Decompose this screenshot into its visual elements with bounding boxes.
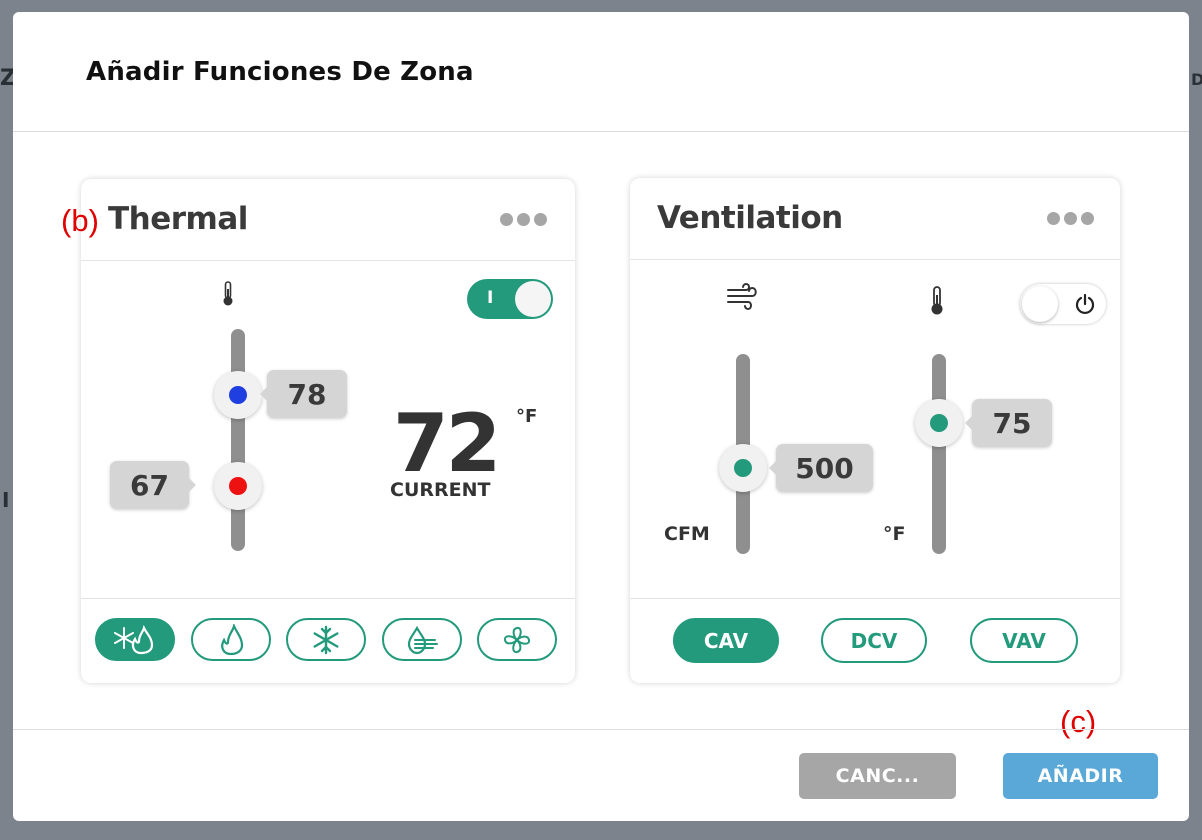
ventilation-more-options-icon[interactable]	[1047, 212, 1094, 225]
mode-auto-button[interactable]	[95, 618, 175, 661]
airflow-value: 500	[769, 444, 873, 492]
thermal-unit-label: °F	[516, 406, 538, 427]
mode-dry-button[interactable]	[382, 618, 462, 661]
add-button[interactable]: AÑADIR	[1003, 753, 1158, 799]
annotation-b: (b)	[61, 203, 99, 238]
mode-heat-button[interactable]	[191, 618, 271, 661]
toggle-thumb	[1022, 286, 1058, 322]
background-text-d: D	[1191, 70, 1202, 89]
ventilation-type-bar: CAV DCV VAV	[630, 598, 1120, 683]
background-text-i: I	[2, 488, 10, 512]
cool-setpoint-value: 78	[260, 370, 347, 418]
fan-icon	[503, 626, 531, 653]
temperature-slider-handle[interactable]	[915, 399, 963, 447]
thermometer-icon	[931, 286, 943, 315]
thermal-more-options-icon[interactable]	[500, 213, 547, 226]
cancel-button[interactable]: CANC...	[799, 753, 956, 799]
thermal-setpoint-track[interactable]	[231, 329, 245, 551]
add-zone-functions-dialog: Añadir Funciones De Zona Thermal I 78 67…	[13, 12, 1189, 821]
water-drop-wind-icon	[407, 625, 438, 654]
thermal-card[interactable]: Thermal I 78 67 72 °F CURRENT	[81, 179, 575, 683]
type-cav-button[interactable]: CAV	[673, 618, 779, 663]
ventilation-card-header: Ventilation	[630, 178, 1120, 260]
mode-fan-button[interactable]	[477, 618, 557, 661]
mode-cool-button[interactable]	[286, 618, 366, 661]
snowflake-icon	[313, 625, 339, 654]
current-label: CURRENT	[390, 479, 491, 501]
ventilation-power-toggle[interactable]	[1020, 284, 1106, 324]
type-vav-button[interactable]: VAV	[970, 618, 1078, 663]
airflow-icon	[727, 282, 757, 311]
dialog-title: Añadir Funciones De Zona	[86, 57, 474, 87]
thermometer-icon	[223, 281, 233, 306]
type-dcv-button[interactable]: DCV	[821, 618, 927, 663]
snowflake-flame-icon	[114, 624, 154, 654]
heat-setpoint-handle[interactable]	[214, 462, 262, 510]
current-temperature: 72	[393, 397, 501, 490]
thermal-power-toggle[interactable]: I	[467, 279, 553, 319]
thermal-title: Thermal	[108, 201, 248, 237]
power-icon	[1075, 293, 1095, 315]
temperature-unit-label: °F	[883, 523, 906, 545]
flame-icon	[221, 623, 244, 655]
airflow-unit-label: CFM	[664, 523, 710, 545]
dialog-header: Añadir Funciones De Zona	[13, 12, 1189, 132]
heat-setpoint-value: 67	[110, 461, 196, 509]
ventilation-card[interactable]: Ventilation 500 CFM 75 °F CAV DCV VAV	[630, 178, 1120, 683]
toggle-on-label: I	[487, 288, 494, 308]
thermal-card-header: Thermal	[81, 179, 575, 261]
thermal-mode-bar	[81, 598, 575, 683]
toggle-thumb	[515, 281, 551, 317]
ventilation-title: Ventilation	[657, 200, 843, 236]
cool-setpoint-handle[interactable]	[214, 371, 262, 419]
temperature-slider-track[interactable]	[932, 354, 946, 554]
dialog-footer: CANC... AÑADIR	[13, 729, 1189, 821]
airflow-slider-handle[interactable]	[719, 444, 767, 492]
temperature-value: 75	[965, 399, 1052, 447]
